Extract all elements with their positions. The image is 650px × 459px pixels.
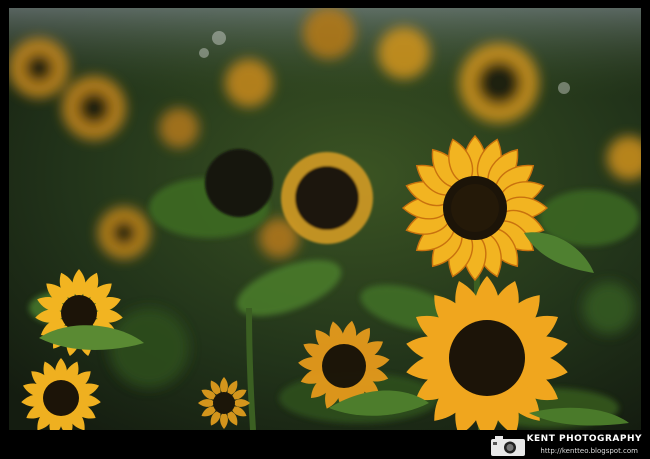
photo-frame (0, 0, 650, 432)
watermark-bar: KENT PHOTOGRAPHY http://kentteo.blogspot… (0, 432, 650, 459)
brand-text: KENT PHOTOGRAPHY (526, 434, 642, 444)
sunflower-photo (9, 8, 641, 430)
camera-icon (491, 436, 525, 456)
url-text: http://kentteo.blogspot.com (540, 447, 638, 455)
sunflower-field-image (9, 8, 641, 430)
